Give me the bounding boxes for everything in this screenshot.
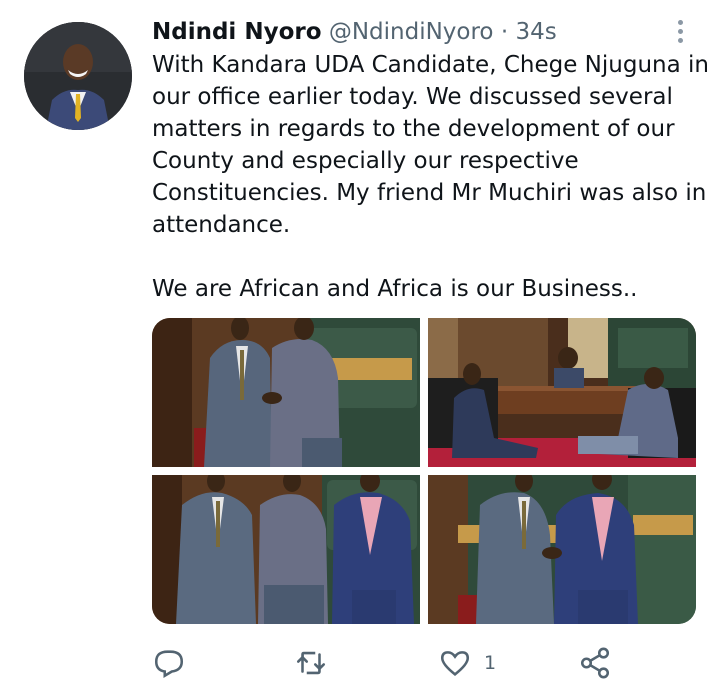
tweet-actions: 1 — [152, 640, 712, 680]
photo-three-men[interactable] — [152, 475, 420, 624]
media-grid — [152, 318, 696, 624]
share-icon — [580, 647, 610, 679]
share-button[interactable] — [578, 646, 612, 680]
tweet-text: With Kandara UDA Candidate, Chege Njugun… — [152, 52, 709, 302]
photo-handshake-1[interactable] — [152, 318, 420, 467]
retweet-button[interactable] — [294, 646, 328, 680]
reply-button[interactable] — [152, 646, 186, 680]
tweet-header: Ndindi Nyoro @NdindiNyoro · 34s — [152, 16, 557, 48]
photo-handshake-2[interactable] — [428, 475, 696, 624]
like-count: 1 — [484, 652, 497, 674]
reply-icon — [154, 650, 184, 679]
author-handle[interactable]: @NdindiNyoro — [329, 19, 494, 45]
like-button[interactable]: 1 — [438, 646, 496, 680]
separator: · — [500, 19, 509, 45]
heart-icon — [440, 651, 470, 676]
author-name[interactable]: Ndindi Nyoro — [152, 19, 322, 45]
retweet-icon — [296, 651, 326, 675]
photo-office-meeting[interactable] — [428, 318, 696, 467]
more-vertical-icon[interactable] — [666, 16, 694, 46]
avatar[interactable] — [24, 22, 132, 130]
timestamp[interactable]: 34s — [515, 19, 556, 45]
